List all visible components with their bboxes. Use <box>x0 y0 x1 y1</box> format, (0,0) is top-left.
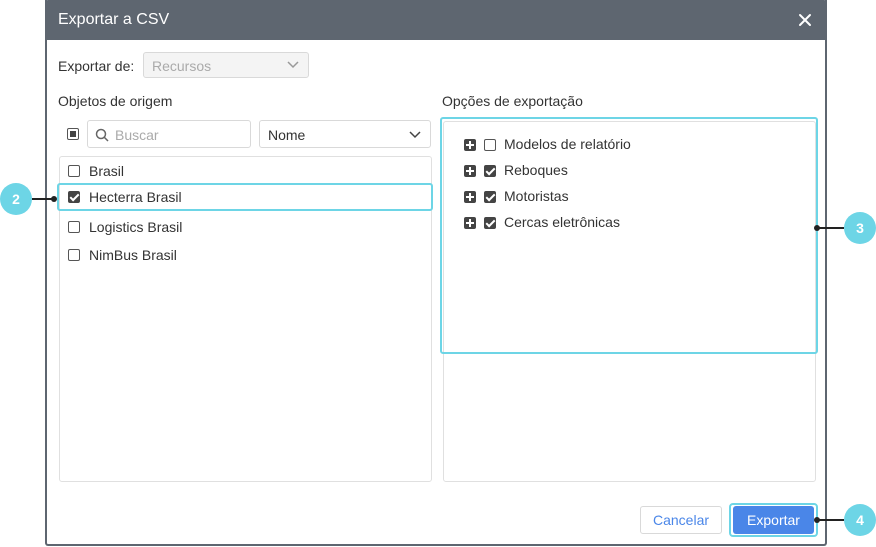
item-label: Hecterra Brasil <box>89 189 182 205</box>
sort-select[interactable]: Nome <box>259 120 431 148</box>
search-icon <box>95 128 109 142</box>
cancel-button[interactable]: Cancelar <box>640 506 722 534</box>
list-item[interactable]: Brasil <box>60 157 431 185</box>
callout-dot <box>51 196 57 202</box>
chevron-down-icon <box>409 131 421 139</box>
item-label: Brasil <box>89 163 125 179</box>
source-objects-title: Objetos de origem <box>58 93 173 109</box>
export-button[interactable]: Exportar <box>733 506 814 534</box>
option-label: Cercas eletrônicas <box>504 214 620 230</box>
dialog-title: Exportar a CSV <box>58 11 170 28</box>
export-options-title: Opções de exportação <box>442 93 583 109</box>
list-item[interactable]: Logistics Brasil <box>60 213 431 241</box>
export-from-value: Recursos <box>152 58 212 74</box>
search-placeholder: Buscar <box>115 127 159 143</box>
item-checkbox[interactable] <box>68 221 80 233</box>
callout-leader <box>816 227 844 229</box>
option-checkbox[interactable] <box>484 217 496 229</box>
callout-dot <box>814 225 820 231</box>
chevron-down-icon <box>287 61 299 69</box>
item-label: Logistics Brasil <box>89 219 183 235</box>
option-label: Reboques <box>504 162 568 178</box>
select-all-checkbox[interactable] <box>67 128 79 140</box>
callout-badge-2: 2 <box>0 183 32 215</box>
expand-icon[interactable] <box>464 165 476 177</box>
search-input[interactable]: Buscar <box>87 120 251 148</box>
list-item[interactable]: NimBus Brasil <box>60 241 431 269</box>
export-options-highlight <box>440 117 818 354</box>
expand-icon[interactable] <box>464 139 476 151</box>
callout-dot <box>814 517 820 523</box>
option-checkbox[interactable] <box>484 139 496 151</box>
source-objects-list: Brasil Hecterra Brasil Logistics Brasil … <box>57 156 433 482</box>
callout-badge-4: 4 <box>844 504 876 536</box>
export-from-select: Recursos <box>143 52 309 78</box>
list-item-selected[interactable]: Hecterra Brasil <box>57 183 433 211</box>
option-checkbox[interactable] <box>484 191 496 203</box>
option-label: Motoristas <box>504 188 569 204</box>
export-csv-dialog: Exportar a CSV Exportar de: Recursos Obj… <box>45 0 827 546</box>
callout-badge-3: 3 <box>844 212 876 244</box>
callout-leader <box>816 519 844 521</box>
sort-value: Nome <box>268 127 306 143</box>
item-checkbox[interactable] <box>68 165 80 177</box>
export-from-label: Exportar de: <box>58 58 135 74</box>
option-label: Modelos de relatório <box>504 136 631 152</box>
close-icon[interactable] <box>797 12 813 28</box>
expand-icon[interactable] <box>464 191 476 203</box>
item-label: NimBus Brasil <box>89 247 177 263</box>
dialog-titlebar: Exportar a CSV <box>45 0 827 40</box>
item-checkbox[interactable] <box>68 191 80 203</box>
item-checkbox[interactable] <box>68 249 80 261</box>
expand-icon[interactable] <box>464 217 476 229</box>
option-checkbox[interactable] <box>484 165 496 177</box>
